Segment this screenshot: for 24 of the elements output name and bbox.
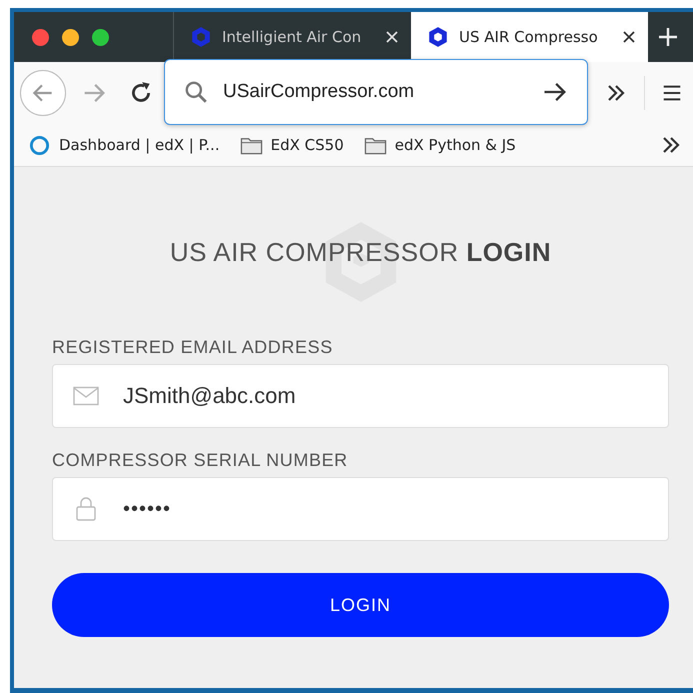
page-heading: US AIR COMPRESSOR LOGIN [170,236,552,268]
envelope-icon [73,384,99,408]
back-button[interactable] [20,70,66,116]
ring-icon [28,134,51,156]
hexagon-icon [190,26,212,48]
new-tab-icon[interactable] [658,27,678,47]
bookmark[interactable]: Dashboard | edX | P... [28,134,220,156]
url-text: USairCompressor.com [223,81,416,103]
close-window-button[interactable] [32,28,49,46]
login-button[interactable]: LOGIN [52,573,669,637]
browser-tab[interactable]: Intelligient Air Con [174,12,411,62]
bookmark[interactable]: edX Python & JS [364,134,516,156]
bookmark[interactable]: EdX CS50 [240,134,344,156]
hexagon-icon [427,26,449,48]
field-label: COMPRESSOR SERIAL NUMBER [52,450,349,471]
zoom-window-button[interactable] [92,28,109,46]
close-tab-icon[interactable] [622,30,636,44]
browser-tab[interactable]: US AIR Compresso [411,12,648,62]
email-field[interactable]: JSmith@abc.com [52,364,669,428]
password-field[interactable]: •••••• [52,477,669,541]
field-label: REGISTERED EMAIL ADDRESS [52,337,334,358]
minimize-window-button[interactable] [62,28,79,46]
search-icon [183,79,209,105]
address-bar[interactable]: USairCompressor.com [164,59,588,125]
